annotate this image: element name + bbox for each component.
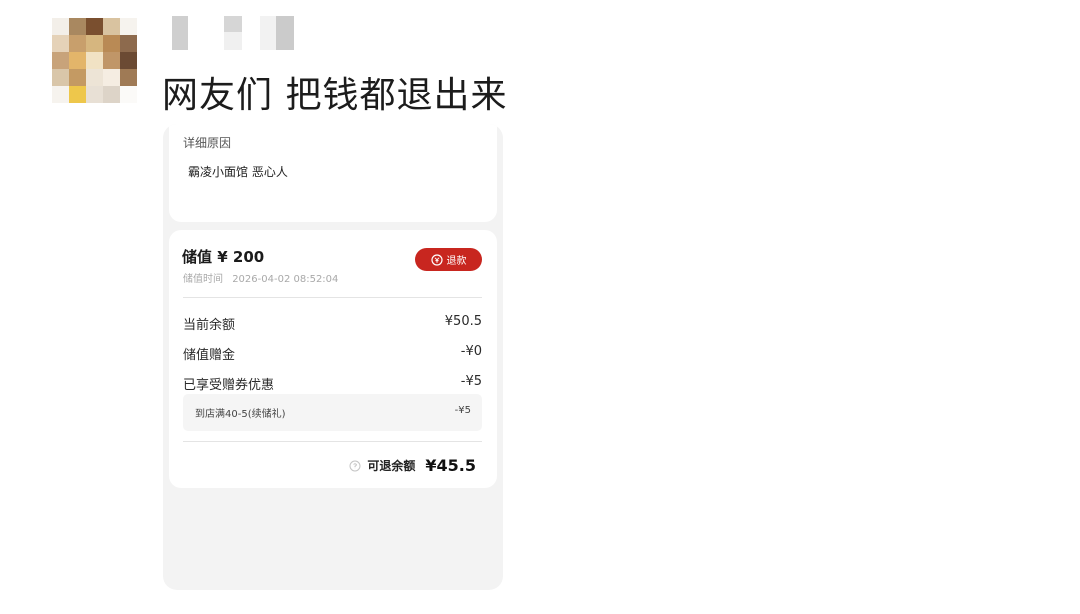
current-balance-value: ¥50.5: [444, 314, 482, 329]
divider: [183, 441, 482, 442]
refundable-total: 可退余额 ¥45.5: [349, 456, 476, 475]
stored-value-card: 储值 ¥ 200 储值时间 2026-04-02 08:52:04 退款 当前余…: [169, 230, 497, 488]
time-label: 储值时间: [183, 274, 223, 285]
refund-button[interactable]: 退款: [415, 248, 482, 271]
stored-value-title: 储值 ¥ 200: [182, 248, 265, 266]
divider: [183, 297, 482, 298]
coupon-value: -¥5: [460, 374, 482, 389]
reason-title: 详细原因: [183, 136, 232, 150]
refundable-value: ¥45.5: [425, 456, 476, 475]
coupon-row: 已享受赠券优惠 -¥5: [183, 374, 482, 393]
post: 网友们 把钱都退出来 详细原因 霸凌小面馆 恶心人 储值 ¥ 200 储值时间 …: [0, 0, 1080, 614]
coupon-label: 已享受赠券优惠: [183, 378, 275, 393]
coupon-item-label: 到店满40-5(续储礼): [195, 409, 286, 420]
info-icon[interactable]: [349, 460, 361, 472]
refund-button-label: 退款: [446, 256, 467, 267]
bonus-value: -¥0: [460, 344, 482, 359]
bonus-label: 储值赠金: [183, 348, 236, 363]
refundable-label: 可退余额: [367, 459, 416, 473]
bonus-row: 储值赠金 -¥0: [183, 344, 482, 363]
refund-icon: [430, 253, 443, 266]
embedded-screenshot[interactable]: 详细原因 霸凌小面馆 恶心人 储值 ¥ 200 储值时间 2026-04-02 …: [163, 124, 503, 590]
username-redacted[interactable]: [172, 16, 297, 52]
coupon-item: 到店满40-5(续储礼) -¥5: [183, 394, 482, 431]
reason-value: 霸凌小面馆 恶心人: [188, 165, 288, 179]
post-caption: 网友们 把钱都退出来: [162, 75, 508, 116]
time-value: 2026-04-02 08:52:04: [232, 274, 339, 285]
current-balance-label: 当前余额: [183, 318, 236, 333]
coupon-item-value: -¥5: [454, 405, 471, 416]
reason-card: 详细原因 霸凌小面馆 恶心人: [169, 124, 497, 222]
avatar[interactable]: [52, 18, 137, 103]
current-balance-row: 当前余额 ¥50.5: [183, 314, 482, 333]
stored-value-time: 储值时间 2026-04-02 08:52:04: [183, 270, 338, 285]
